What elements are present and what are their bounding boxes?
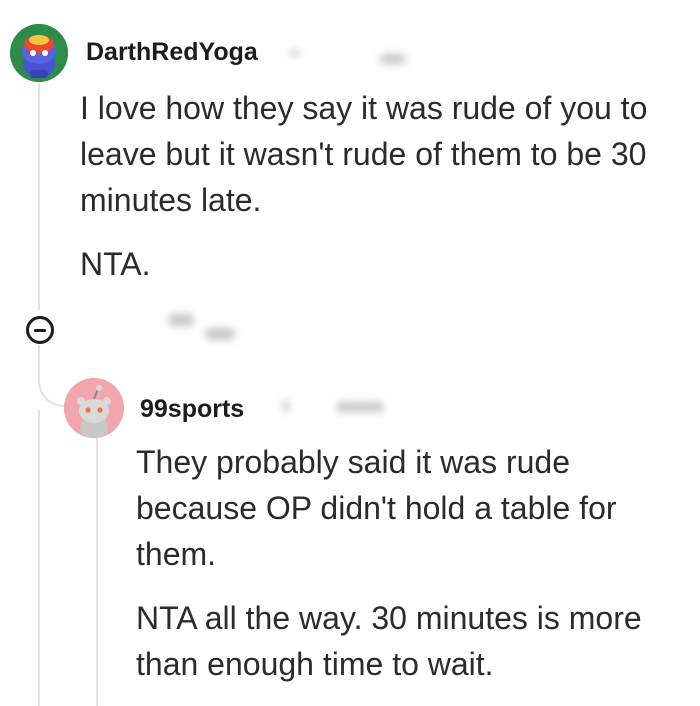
comment-meta-blurred [336, 402, 384, 412]
vote-controls-blurred [205, 328, 235, 340]
vote-controls-blurred [168, 314, 194, 326]
comment-meta-blurred [283, 400, 289, 412]
avatar[interactable] [64, 378, 124, 438]
comment-paragraph: NTA all the way. 30 minutes is more than… [136, 600, 642, 682]
comment-body: I love how they say it was rude of you t… [80, 85, 685, 287]
thread-line-main [38, 84, 40, 310]
avatar[interactable] [10, 24, 68, 82]
comment-paragraph: I love how they say it was rude of you t… [80, 90, 648, 218]
comment-body: They probably said it was rude because O… [136, 439, 681, 687]
comment-meta-blurred [290, 50, 300, 56]
comment-paragraph: They probably said it was rude because O… [136, 444, 617, 572]
comment-meta-blurred [380, 54, 406, 64]
snoo-avatar-helmet-icon [10, 24, 68, 82]
comment-author[interactable]: 99sports [140, 395, 244, 424]
comment-author[interactable]: DarthRedYoga [86, 38, 258, 67]
collapse-thread-icon[interactable] [26, 316, 54, 344]
comment-paragraph: NTA. [80, 246, 151, 282]
snoo-avatar-default-icon [64, 378, 124, 438]
thread-line-reply [96, 434, 98, 706]
thread-line-main-lower [38, 410, 40, 706]
reply-connector [38, 345, 68, 407]
